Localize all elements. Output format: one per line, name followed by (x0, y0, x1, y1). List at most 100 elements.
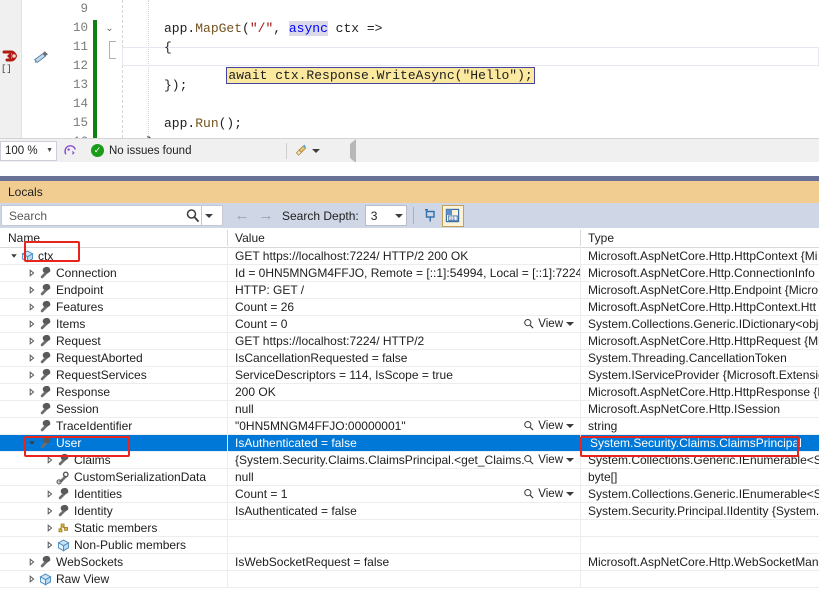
column-header-value[interactable]: Value (227, 228, 580, 248)
highlighted-statement[interactable]: await ctx.Response.WriteAsync("Hello"); (164, 47, 535, 84)
cell-type[interactable]: System.IServiceProvider {Microsoft.Exten… (580, 366, 819, 384)
search-options-dropdown[interactable] (201, 206, 216, 225)
view-magnifier-button[interactable]: View (523, 486, 574, 503)
cell-value[interactable]: ServiceDescriptors = 114, IsScope = true (227, 366, 580, 384)
column-header-name[interactable]: Name (0, 228, 227, 248)
cell-type[interactable]: Microsoft.AspNetCore.Http.HttpResponse {… (580, 383, 819, 401)
expand-chevron-icon[interactable] (26, 268, 37, 279)
expand-chevron-icon[interactable] (26, 319, 37, 330)
collapse-chevron-icon[interactable] (26, 438, 37, 449)
chevron-down-icon[interactable] (566, 322, 574, 326)
table-row[interactable]: RequestAborted IsCancellationRequested = … (0, 349, 819, 367)
cell-value[interactable]: IsWebSocketRequest = false (227, 553, 580, 571)
cell-value[interactable] (227, 536, 580, 554)
table-row[interactable]: TraceIdentifier "0HN5MNGM4FFJO:00000001" V… (0, 417, 819, 435)
cell-name[interactable]: Request (0, 333, 227, 350)
search-box[interactable] (1, 205, 223, 226)
quick-actions-screwdriver-icon[interactable] (31, 48, 51, 66)
cell-type[interactable]: Microsoft.AspNetCore.Http.WebSocketMana (580, 553, 819, 571)
cell-type[interactable] (580, 536, 819, 554)
cell-name[interactable]: Response (0, 384, 227, 401)
step-into-arrow-icon[interactable] (1, 48, 21, 64)
cell-name[interactable]: Session (0, 401, 227, 418)
cell-name[interactable]: Non-Public members (0, 537, 227, 554)
cell-value[interactable]: IsCancellationRequested = false (227, 349, 580, 367)
cell-value[interactable]: Id = 0HN5MNGM4FFJO, Remote = [::1]:54994… (227, 264, 580, 282)
cell-value[interactable]: null (227, 400, 580, 418)
expand-chevron-icon[interactable] (26, 302, 37, 313)
cell-name[interactable]: RequestAborted (0, 350, 227, 367)
issues-status[interactable]: ✓ No issues found (91, 144, 191, 157)
table-row[interactable]: Identities Count = 1 View System.Collection… (0, 485, 819, 503)
cell-name[interactable]: RequestServices (0, 367, 227, 384)
cell-type[interactable]: Microsoft.AspNetCore.Http.ISession (580, 400, 819, 418)
cell-name[interactable]: Static members (0, 520, 227, 537)
cell-value[interactable] (227, 519, 580, 537)
expand-chevron-icon[interactable] (44, 455, 55, 466)
cell-value[interactable]: GET https://localhost:7224/ HTTP/2 200 O… (227, 248, 580, 265)
cell-value[interactable]: Count = 26 (227, 298, 580, 316)
table-row[interactable]: User IsAuthenticated = false System.Securi… (0, 434, 819, 452)
expand-chevron-icon[interactable] (44, 489, 55, 500)
cell-type[interactable]: System.Collections.Generic.IDictionary<o… (580, 315, 819, 333)
cell-type[interactable]: Microsoft.AspNetCore.Http.HttpContext.Ht… (580, 298, 819, 316)
expand-chevron-icon[interactable] (26, 285, 37, 296)
code-line[interactable]: app.MapGet("/", async ctx => (164, 19, 382, 38)
column-header-type[interactable]: Type (580, 228, 819, 248)
cell-value[interactable] (227, 570, 580, 588)
table-row[interactable]: Connection Id = 0HN5MNGM4FFJO, Remote = [… (0, 264, 819, 282)
table-row[interactable]: WebSockets IsWebSocketRequest = false Micr… (0, 553, 819, 571)
collapse-chevron-icon[interactable] (8, 251, 19, 262)
scroll-left-button[interactable] (350, 138, 357, 163)
table-row[interactable]: Session null Microsoft.AspNetCore.Http.ISe… (0, 400, 819, 418)
search-input[interactable] (7, 207, 185, 224)
chevron-down-icon[interactable] (566, 458, 574, 462)
show-type-column-toggle[interactable]: ab (441, 204, 464, 227)
cell-name[interactable]: TraceIdentifier (0, 418, 227, 435)
editor-code-area[interactable]: app.MapGet("/", async ctx =>{}); app.Run(… (122, 0, 819, 138)
intellicode-icon[interactable] (57, 143, 83, 158)
view-magnifier-button[interactable]: View (523, 316, 574, 333)
cell-value[interactable]: 200 OK (227, 383, 580, 401)
locals-title-bar[interactable]: Locals (0, 181, 819, 203)
cell-name[interactable]: ctx (0, 248, 227, 265)
expand-chevron-icon[interactable] (26, 387, 37, 398)
cell-name[interactable]: Claims (0, 452, 227, 469)
cell-name[interactable]: Endpoint (0, 282, 227, 299)
expand-chevron-icon[interactable] (26, 336, 37, 347)
cell-value[interactable]: Count = 0 View (227, 315, 580, 333)
cell-name[interactable]: CustomSerializationData (0, 469, 227, 486)
table-row[interactable]: Response 200 OK Microsoft.AspNetCore.Http.… (0, 383, 819, 401)
view-magnifier-button[interactable]: View (523, 452, 574, 469)
cell-value[interactable]: GET https://localhost:7224/ HTTP/2 (227, 332, 580, 350)
table-row[interactable]: RequestServices ServiceDescriptors = 114,… (0, 366, 819, 384)
cell-type[interactable]: Microsoft.AspNetCore.Http.HttpContext {M… (580, 248, 819, 265)
table-row[interactable]: Endpoint HTTP: GET / Microsoft.AspNetCore.… (0, 281, 819, 299)
cell-type[interactable]: Microsoft.AspNetCore.Http.Endpoint {Micr… (580, 281, 819, 299)
pin-to-source-button[interactable] (420, 205, 442, 227)
cell-name[interactable]: Raw View (0, 571, 227, 588)
search-depth-combobox[interactable]: 3 (364, 205, 407, 226)
expand-chevron-icon[interactable] (26, 353, 37, 364)
search-previous-button[interactable]: ← (230, 205, 254, 227)
cell-type[interactable] (580, 519, 819, 537)
cell-name[interactable]: Identities (0, 486, 227, 503)
cell-type[interactable]: byte[] (580, 468, 819, 486)
editor-outlining-column[interactable]: ⌄ (100, 0, 122, 138)
table-row[interactable]: Non-Public members (0, 536, 819, 554)
table-row[interactable]: Items Count = 0 View System.Collections.Gen… (0, 315, 819, 333)
table-row[interactable]: Identity IsAuthenticated = false System.Se… (0, 502, 819, 520)
expand-chevron-icon[interactable] (26, 557, 37, 568)
cell-name[interactable]: Connection (0, 265, 227, 282)
chevron-down-icon[interactable] (566, 424, 574, 428)
cell-value[interactable]: "0HN5MNGM4FFJO:00000001" View (227, 417, 580, 435)
expand-chevron-icon[interactable] (26, 574, 37, 585)
cell-type[interactable]: Microsoft.AspNetCore.Http.ConnectionInfo (580, 264, 819, 282)
cell-value[interactable]: {System.Security.Claims.ClaimsPrincipal.… (227, 451, 580, 469)
cell-value[interactable]: IsAuthenticated = false (227, 434, 580, 452)
cell-name[interactable]: WebSockets (0, 554, 227, 571)
search-next-button[interactable]: → (254, 205, 278, 227)
cell-type[interactable]: System.Security.Principal.IIdentity {Sys… (580, 502, 819, 520)
table-row[interactable]: Claims {System.Security.Claims.ClaimsPrin… (0, 451, 819, 469)
expand-chevron-icon[interactable] (26, 370, 37, 381)
